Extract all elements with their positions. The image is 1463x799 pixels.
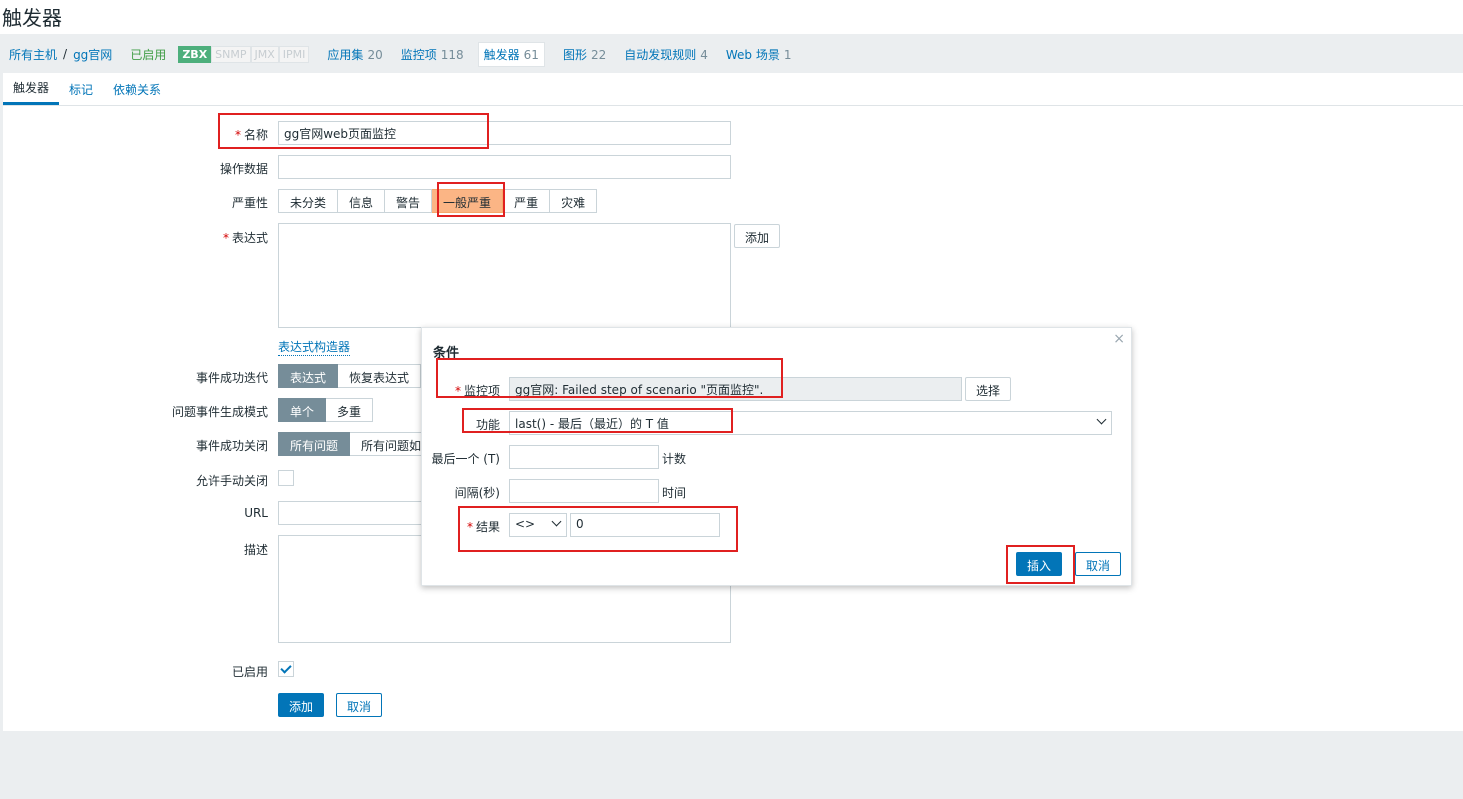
highlight-severity <box>437 182 505 217</box>
nav-count: 118 <box>440 47 464 62</box>
severity-high[interactable]: 严重 <box>503 189 551 213</box>
interval-input[interactable] <box>509 479 659 503</box>
expression-label: * 表达式 <box>3 229 268 246</box>
severity-not-classified[interactable]: 未分类 <box>278 189 339 213</box>
problem-mode-selector: 单个 多重 <box>278 398 374 422</box>
nav-label: 自动发现规则 <box>624 47 697 62</box>
severity-disaster[interactable]: 灾难 <box>550 189 598 213</box>
tab-trigger[interactable]: 触发器 <box>3 79 60 105</box>
badge-jmx: JMX <box>250 45 279 63</box>
badge-ipmi: IPMI <box>278 45 310 63</box>
nav-count: 61 <box>523 47 539 62</box>
tab-tags[interactable]: 标记 <box>59 81 103 105</box>
badge-snmp: SNMP <box>211 45 251 63</box>
chevron-down-icon <box>1096 414 1107 425</box>
dialog-cancel-button[interactable]: 取消 <box>1075 552 1122 576</box>
manual-close-label: 允许手动关闭 <box>195 474 268 488</box>
enabled-label: 已启用 <box>231 665 268 679</box>
submit-add-button[interactable]: 添加 <box>278 693 325 717</box>
recovery-recovery-expression[interactable]: 恢复表达式 <box>338 364 422 388</box>
last-count-label: 最后一个 (T) <box>431 452 500 466</box>
ok-close-all[interactable]: 所有问题 <box>278 432 351 456</box>
breadcrumb-all-hosts[interactable]: 所有主机 <box>9 46 57 63</box>
nav-count: 20 <box>367 47 383 62</box>
opdata-label: 操作数据 <box>219 162 268 176</box>
problem-mode-multiple[interactable]: 多重 <box>326 398 374 422</box>
required-marker: * <box>222 231 229 245</box>
nav-label: 图形 <box>562 47 587 62</box>
expression-builder-link[interactable]: 表达式构造器 <box>278 338 351 356</box>
highlight-function <box>462 408 733 433</box>
highlight-insert <box>1006 545 1075 584</box>
badge-zbx: ZBX <box>178 45 212 63</box>
recovery-expression[interactable]: 表达式 <box>278 364 339 388</box>
nav-label: 触发器 <box>483 47 520 62</box>
nav-applications[interactable]: 应用集 20 <box>327 46 382 63</box>
tab-dependencies[interactable]: 依赖关系 <box>103 81 171 105</box>
expression-add-button[interactable]: 添加 <box>734 224 781 248</box>
nav-items[interactable]: 监控项 118 <box>401 46 464 63</box>
breadcrumb-separator: / <box>63 47 68 61</box>
ok-close-selector: 所有问题 所有问题如 <box>278 432 434 456</box>
interval-label: 间隔(秒) <box>454 486 500 500</box>
nav-count: 22 <box>590 47 607 62</box>
checkmark-icon <box>280 662 292 674</box>
nav-label: Web 场景 <box>725 47 780 62</box>
host-status[interactable]: 已启用 <box>130 46 166 63</box>
form-cancel-button[interactable]: 取消 <box>336 693 383 717</box>
nav-web-scenarios[interactable]: Web 场景 1 <box>726 46 792 63</box>
enabled-checkbox[interactable] <box>278 661 294 677</box>
highlight-name <box>218 113 489 149</box>
highlight-item <box>436 358 783 398</box>
recovery-selector: 表达式 恢复表达式 <box>278 364 422 388</box>
interval-suffix: 时间 <box>662 486 687 500</box>
highlight-result <box>458 506 738 552</box>
ok-close-label: 事件成功关闭 <box>195 439 268 453</box>
severity-warning[interactable]: 警告 <box>385 189 433 213</box>
nav-count: 4 <box>700 47 708 62</box>
host-navigation: 所有主机 / gg官网 已启用 ZBX SNMP JMX IPMI 应用集 20 … <box>0 35 1463 73</box>
page-title: 触发器 <box>0 0 1463 34</box>
nav-discovery-rules[interactable]: 自动发现规则 4 <box>624 46 708 63</box>
select-item-button[interactable]: 选择 <box>965 377 1012 401</box>
nav-graphs[interactable]: 图形 22 <box>563 46 606 63</box>
expression-label-text: 表达式 <box>231 231 268 245</box>
last-count-suffix: 计数 <box>662 452 687 466</box>
severity-information[interactable]: 信息 <box>338 189 386 213</box>
nav-label: 监控项 <box>400 47 437 62</box>
nav-count: 1 <box>783 47 792 62</box>
form-tabs: 触发器 标记 依赖关系 <box>3 73 1463 106</box>
severity-label: 严重性 <box>231 196 268 210</box>
nav-label: 应用集 <box>327 47 364 62</box>
expression-textarea[interactable] <box>278 223 731 328</box>
url-label: URL <box>244 506 268 520</box>
opdata-input[interactable] <box>278 155 731 179</box>
breadcrumb-host[interactable]: gg官网 <box>73 46 112 63</box>
problem-mode-label: 问题事件生成模式 <box>171 405 268 419</box>
description-label: 描述 <box>243 543 268 557</box>
manual-close-checkbox[interactable] <box>278 470 294 486</box>
availability-badges: ZBX SNMP JMX IPMI <box>178 45 310 63</box>
condition-dialog: 条件 × * 监控项 gg官网: Failed step of scenario … <box>421 327 1132 586</box>
last-count-input[interactable] <box>509 445 659 469</box>
recovery-label: 事件成功迭代 <box>195 371 268 385</box>
close-icon[interactable]: × <box>1113 331 1125 347</box>
problem-mode-single[interactable]: 单个 <box>278 398 327 422</box>
nav-triggers[interactable]: 触发器 61 <box>477 41 545 67</box>
